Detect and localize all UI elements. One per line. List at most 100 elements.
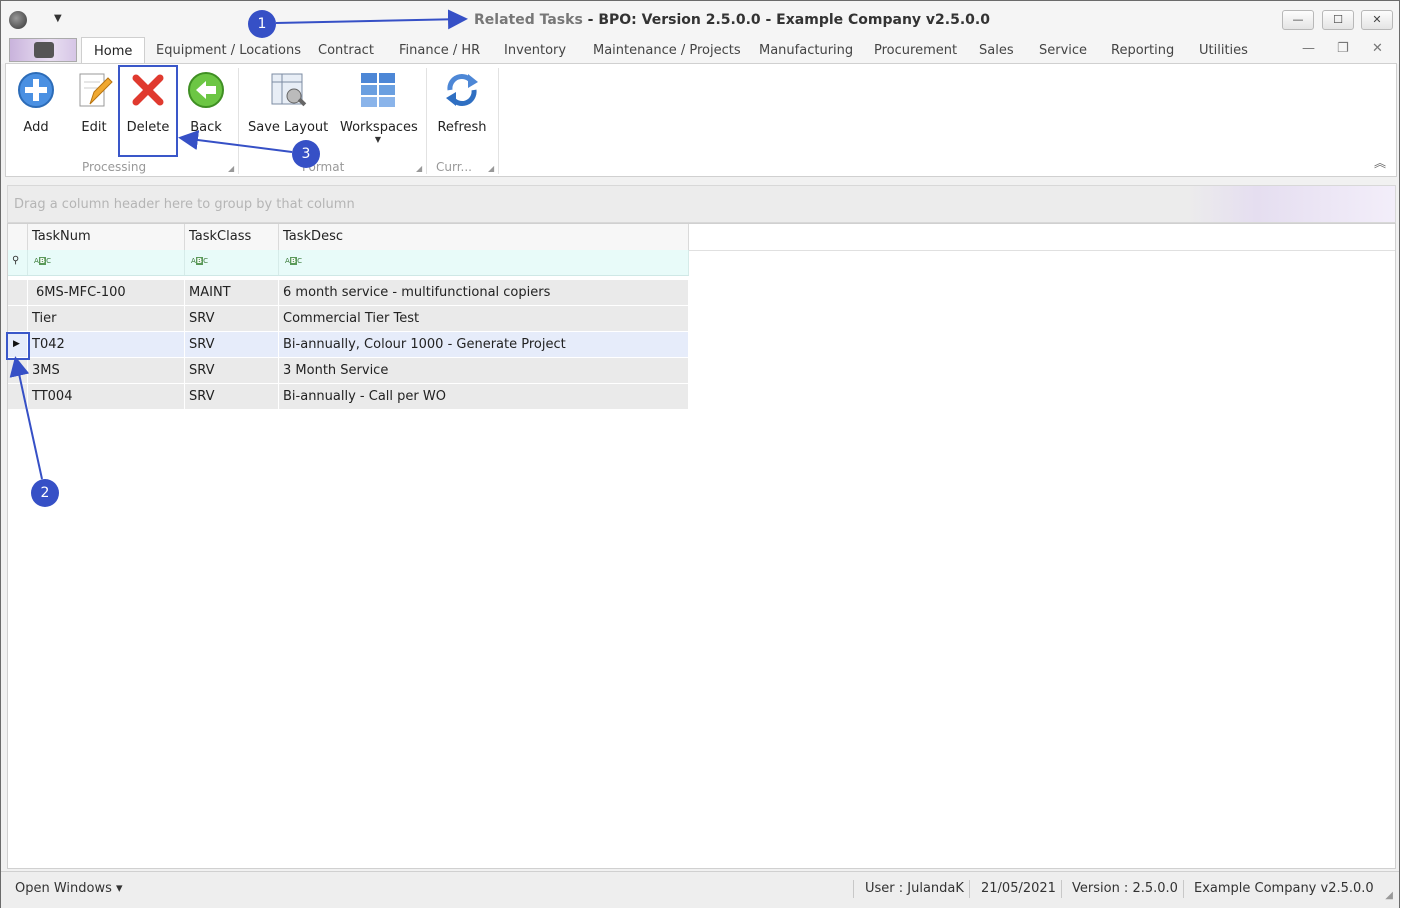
tab-reporting[interactable]: Reporting [1111,43,1174,58]
cell-tasknum[interactable]: 3MS [28,358,185,384]
status-version: Version : 2.5.0.0 [1072,881,1178,896]
mdi-minimize-icon[interactable]: — [1302,41,1315,56]
filter-row-indicator: ⚲ [8,250,28,275]
cell-tasknum[interactable]: TT004 [28,384,185,410]
pin-icon: ⚲ [12,255,20,266]
status-user: User : JulandaK [865,881,964,896]
status-separator [853,880,854,898]
save-layout-label: Save Layout [248,120,329,135]
cell-taskclass[interactable]: MAINT [185,280,279,306]
column-header-taskdesc[interactable]: TaskDesc [279,224,689,250]
group-separator [498,68,499,174]
current-launcher-icon[interactable]: ◢ [488,164,494,173]
row-indicator-header [8,224,28,250]
cell-taskdesc[interactable]: 3 Month Service [279,358,689,384]
document-title: Related Tasks [474,12,583,28]
column-header-taskclass[interactable]: TaskClass [185,224,279,250]
resize-grip-icon[interactable]: ◢ [1385,890,1393,901]
processing-launcher-icon[interactable]: ◢ [228,164,234,173]
group-processing-label: Processing [82,160,147,174]
group-panel-hint: Drag a column header here to group by th… [14,197,355,212]
tasks-grid: TaskNum TaskClass TaskDesc ⚲ ABC ABC ABC… [6,223,1396,869]
close-button[interactable]: ✕ [1361,10,1393,30]
title-bar: ▼ Related Tasks - BPO: Version 2.5.0.0 -… [1,1,1399,37]
cell-taskdesc[interactable]: Bi-annually - Call per WO [279,384,689,410]
callout-3-badge: 3 [292,140,320,168]
row-indicator[interactable] [8,280,28,306]
table-row[interactable]: 3MS SRV 3 Month Service [8,358,689,384]
row-indicator[interactable] [8,306,28,332]
cell-tasknum[interactable]: 6MS-MFC-100 [28,280,185,306]
group-by-panel[interactable]: Drag a column header here to group by th… [7,185,1396,223]
text-filter-icon: ABC [34,257,52,265]
table-row[interactable]: Tier SRV Commercial Tier Test [8,306,689,332]
quick-access-dropdown-icon[interactable]: ▼ [54,13,62,24]
tab-inventory[interactable]: Inventory [504,43,566,58]
cell-taskclass[interactable]: SRV [185,358,279,384]
save-layout-button[interactable]: Save Layout [248,70,328,135]
tab-equipment-locations[interactable]: Equipment / Locations [156,43,301,58]
add-label: Add [23,120,49,135]
ribbon-tabs: Home Equipment / Locations Contract Fina… [1,37,1399,64]
cell-tasknum[interactable]: T042 [28,332,185,358]
table-row-selected[interactable]: ▶ T042 SRV Bi-annually, Colour 1000 - Ge… [8,332,689,358]
cell-taskdesc[interactable]: Commercial Tier Test [279,306,689,332]
save-layout-icon [268,70,308,110]
app-logo-icon[interactable] [9,11,27,29]
workspaces-dropdown-button[interactable]: Workspaces ▼ [340,70,418,144]
application-menu-button[interactable] [9,38,77,62]
cell-taskclass[interactable]: SRV [185,306,279,332]
window-title: Related Tasks - BPO: Version 2.5.0.0 - E… [474,12,990,28]
refresh-icon [442,70,482,110]
app-window: ▼ Related Tasks - BPO: Version 2.5.0.0 -… [0,0,1400,908]
cell-taskclass[interactable]: SRV [185,332,279,358]
mdi-close-icon[interactable]: ✕ [1372,41,1383,56]
filter-taskclass[interactable]: ABC [185,250,279,275]
cell-tasknum[interactable]: Tier [28,306,185,332]
edit-icon [74,70,114,110]
edit-button[interactable]: Edit [72,70,116,135]
app-title: - BPO: Version 2.5.0.0 - Example Company… [582,12,990,28]
tab-home[interactable]: Home [81,37,146,64]
tab-finance-hr[interactable]: Finance / HR [399,43,480,58]
back-button[interactable]: Back [184,70,228,135]
text-filter-icon: ABC [191,257,209,265]
tab-sales[interactable]: Sales [979,43,1014,58]
callout-1-badge: 1 [248,10,276,38]
row-indicator[interactable] [8,384,28,410]
collapse-ribbon-icon[interactable]: ︽ [1374,154,1386,171]
status-company: Example Company v2.5.0.0 [1194,881,1374,896]
cell-taskdesc[interactable]: Bi-annually, Colour 1000 - Generate Proj… [279,332,689,358]
cell-taskdesc[interactable]: 6 month service - multifunctional copier… [279,280,689,306]
tab-service[interactable]: Service [1039,43,1087,58]
tab-procurement[interactable]: Procurement [874,43,957,58]
table-row[interactable]: TT004 SRV Bi-annually - Call per WO [8,384,689,410]
refresh-label: Refresh [437,120,487,135]
workspaces-icon [358,70,398,110]
cell-taskclass[interactable]: SRV [185,384,279,410]
status-date: 21/05/2021 [981,881,1056,896]
tab-utilities[interactable]: Utilities [1199,43,1248,58]
refresh-button[interactable]: Refresh [436,70,488,135]
tab-manufacturing[interactable]: Manufacturing [759,43,853,58]
add-button[interactable]: Add [14,70,58,135]
back-label: Back [190,120,222,135]
workspaces-dropdown-icon: ▼ [374,135,382,144]
row-indicator-highlight-box [6,332,30,360]
tab-maintenance-projects[interactable]: Maintenance / Projects [593,43,741,58]
callout-2-badge: 2 [31,479,59,507]
status-separator [969,880,970,898]
filter-taskdesc[interactable]: ABC [279,250,689,275]
delete-highlight-box [118,65,178,157]
tab-contract[interactable]: Contract [318,43,374,58]
column-header-tasknum[interactable]: TaskNum [28,224,185,250]
open-windows-button[interactable]: Open Windows ▾ [15,881,123,896]
format-launcher-icon[interactable]: ◢ [416,164,422,173]
row-indicator[interactable] [8,358,28,384]
maximize-button[interactable]: ☐ [1322,10,1354,30]
mdi-restore-icon[interactable]: ❐ [1337,41,1349,56]
minimize-button[interactable]: — [1282,10,1314,30]
text-filter-icon: ABC [285,257,303,265]
filter-tasknum[interactable]: ABC [28,250,185,275]
table-row[interactable]: 6MS-MFC-100 MAINT 6 month service - mult… [8,280,689,306]
